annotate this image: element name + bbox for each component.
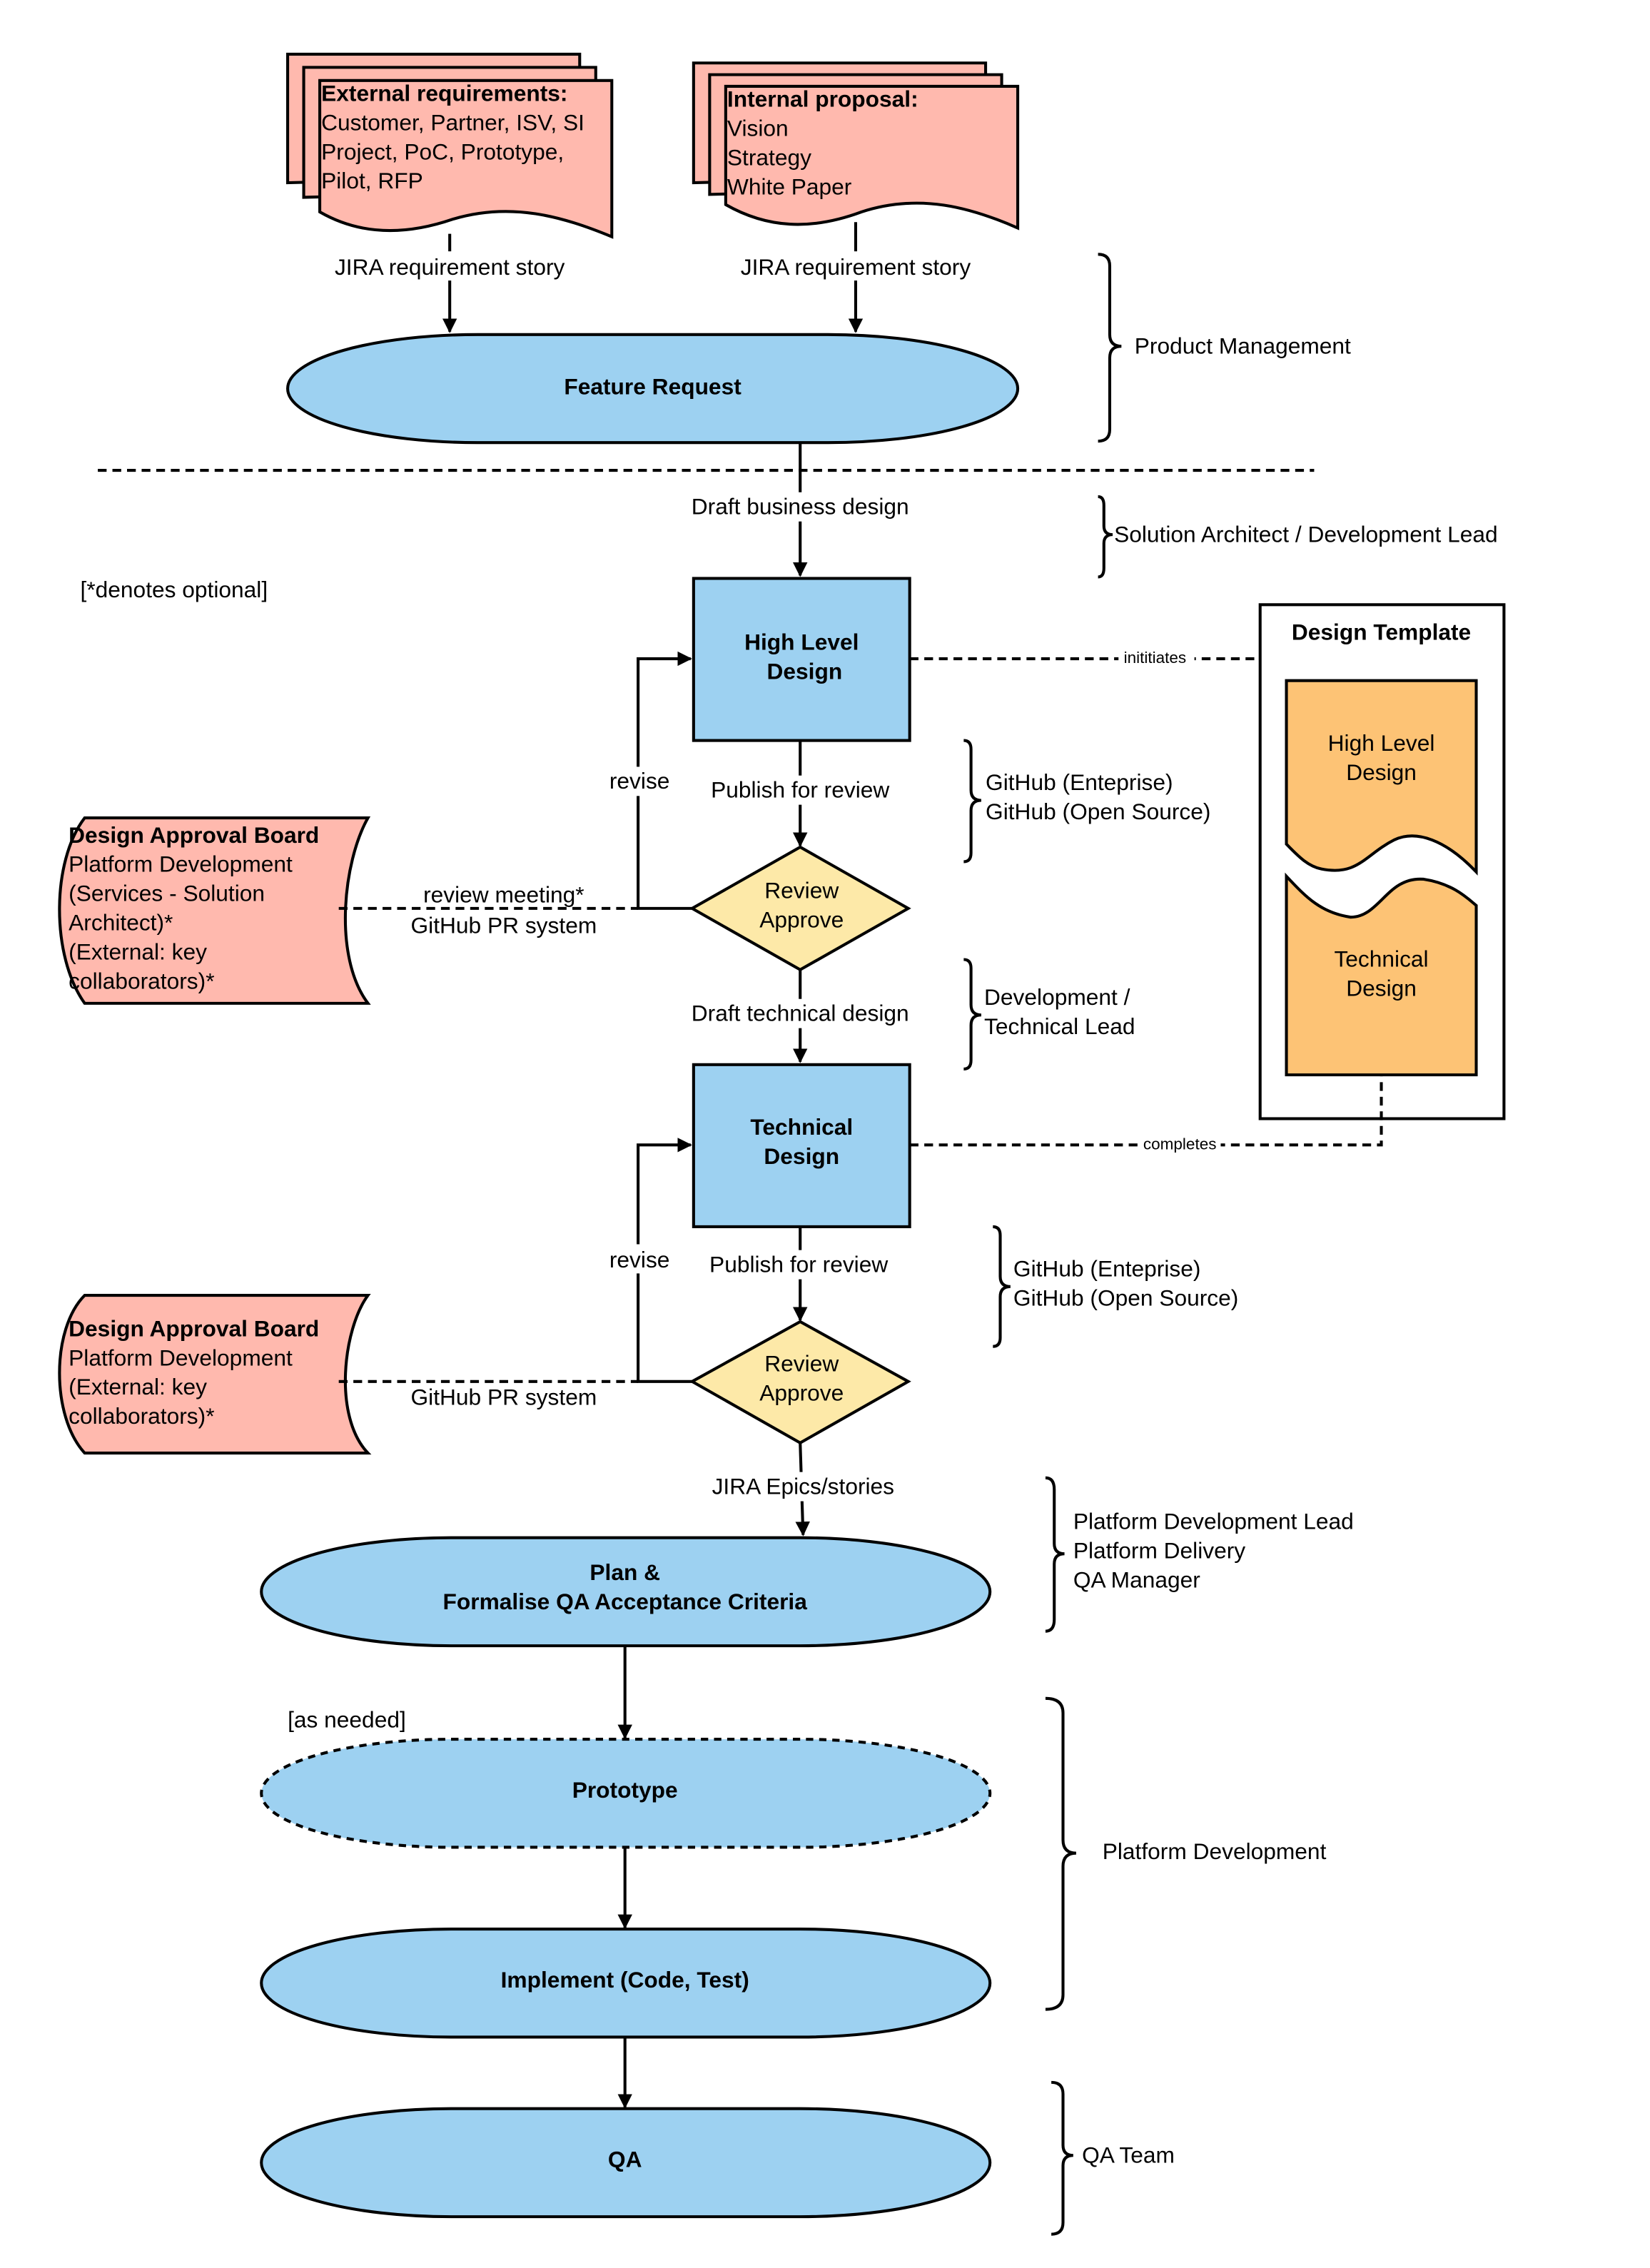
node-label: Plan & — [589, 1559, 660, 1585]
role-label: GitHub (Open Source) — [1013, 1285, 1238, 1310]
brace — [1098, 253, 1122, 443]
edge-label: JIRA requirement story — [335, 254, 565, 280]
dab-line: collaborators)* — [69, 1403, 214, 1429]
process-flow-diagram: External requirements: Customer, Partner… — [58, 52, 1506, 2236]
role-label: QA Manager — [1073, 1566, 1200, 1592]
role-label: GitHub (Enteprise) — [986, 769, 1173, 795]
brace — [1045, 1476, 1065, 1633]
doc-line: Pilot, RFP — [321, 168, 423, 193]
internal-proposal-title: Internal proposal: — [727, 86, 918, 112]
edge-label: Publish for review — [711, 776, 889, 802]
brace — [1051, 2080, 1073, 2236]
dab-line: (External: key — [69, 1374, 207, 1399]
dab-line: (External: key — [69, 939, 207, 965]
brace — [1098, 495, 1113, 579]
design-template-container: Design Template High Level Design Techni… — [1258, 603, 1506, 1120]
node-label: Feature Request — [564, 374, 742, 400]
external-requirements-title: External requirements: — [321, 80, 567, 106]
edge-label: review meeting* — [423, 882, 584, 908]
dab-line: Platform Development — [69, 851, 293, 877]
role-label: Platform Delivery — [1073, 1537, 1245, 1563]
role-label: GitHub (Enteprise) — [1013, 1255, 1201, 1281]
node-label: Prototype — [572, 1777, 678, 1803]
role-label: GitHub (Open Source) — [986, 799, 1210, 824]
edge-label: revise — [609, 768, 670, 794]
brace — [1045, 1696, 1077, 2011]
node-label: Technical — [750, 1114, 853, 1140]
role-label: QA Team — [1082, 2142, 1175, 2167]
implement-node[interactable]: Implement (Code, Test) — [260, 1928, 992, 2039]
edge-label: Publish for review — [709, 1251, 888, 1277]
technical-design-node[interactable]: Technical Design — [692, 1063, 911, 1228]
doc-line: Vision — [727, 116, 789, 141]
template-label: Design — [1346, 976, 1417, 1001]
template-label: Technical — [1334, 946, 1428, 972]
role-label: Development / — [984, 984, 1130, 1010]
node-label: QA — [608, 2147, 642, 2172]
role-label: Technical Lead — [984, 1013, 1135, 1039]
dab-line: (Services - Solution — [69, 881, 265, 906]
node-label: Review — [764, 1350, 839, 1376]
edge-label: completes — [1143, 1135, 1217, 1153]
prototype-node[interactable]: Prototype — [260, 1738, 992, 1849]
design-approval-board-2: Design Approval Board Platform Developme… — [58, 1294, 372, 1455]
edge-label: [as needed] — [288, 1707, 406, 1733]
review-approve-decision-1[interactable]: Review Approve — [689, 845, 911, 972]
node-label: Implement (Code, Test) — [501, 1967, 749, 1993]
review-approve-decision-2[interactable]: Review Approve — [689, 1320, 911, 1445]
role-label: Platform Development Lead — [1073, 1508, 1354, 1534]
edge-label: revise — [609, 1247, 670, 1272]
role-label: Platform Development — [1103, 1838, 1327, 1864]
design-approval-board-1: Design Approval Board Platform Developme… — [58, 816, 371, 1005]
doc-line: Project, PoC, Prototype, — [321, 138, 564, 164]
dab-line: collaborators)* — [69, 968, 214, 993]
dab-line: Platform Development — [69, 1345, 293, 1370]
edge-label: JIRA Epics/stories — [712, 1473, 894, 1499]
node-label: Design — [764, 1143, 839, 1169]
design-template-title: Design Template — [1292, 619, 1471, 644]
qa-node[interactable]: QA — [260, 2107, 992, 2219]
feature-request-node[interactable]: Feature Request — [286, 333, 1020, 445]
external-requirements-document: External requirements: Customer, Partner… — [286, 52, 614, 239]
template-label: Design — [1346, 759, 1417, 785]
role-label: Solution Architect / Development Lead — [1114, 521, 1498, 547]
node-label: High Level — [744, 629, 859, 655]
node-label: Review — [764, 878, 839, 903]
dab-title: Design Approval Board — [69, 1315, 319, 1341]
edge-label: Draft business design — [692, 493, 909, 519]
edge-label: GitHub PR system — [411, 913, 597, 938]
high-level-design-node[interactable]: High Level Design — [692, 577, 911, 742]
optional-note: [*denotes optional] — [81, 577, 268, 602]
node-label: Design — [767, 659, 843, 684]
edge-label: JIRA requirement story — [741, 254, 971, 280]
doc-line: Customer, Partner, ISV, SI — [321, 109, 584, 135]
template-label: High Level — [1328, 730, 1435, 756]
node-label: Approve — [759, 1379, 844, 1405]
role-label: Product Management — [1135, 333, 1351, 358]
internal-proposal-document: Internal proposal: Vision Strategy White… — [692, 61, 1020, 231]
edge-label: inititiates — [1124, 649, 1187, 667]
dab-line: Architect)* — [69, 910, 173, 936]
brace — [993, 1225, 1011, 1348]
plan-node[interactable]: Plan & Formalise QA Acceptance Criteria — [260, 1536, 992, 1648]
doc-line: Strategy — [727, 144, 811, 170]
dab-title: Design Approval Board — [69, 822, 319, 848]
edge-label: GitHub PR system — [411, 1384, 597, 1410]
doc-line: White Paper — [727, 173, 852, 199]
node-label: Formalise QA Acceptance Criteria — [443, 1589, 808, 1614]
brace — [963, 958, 982, 1070]
brace — [963, 739, 982, 864]
edge-label: Draft technical design — [692, 1000, 909, 1026]
node-label: Approve — [759, 906, 844, 932]
